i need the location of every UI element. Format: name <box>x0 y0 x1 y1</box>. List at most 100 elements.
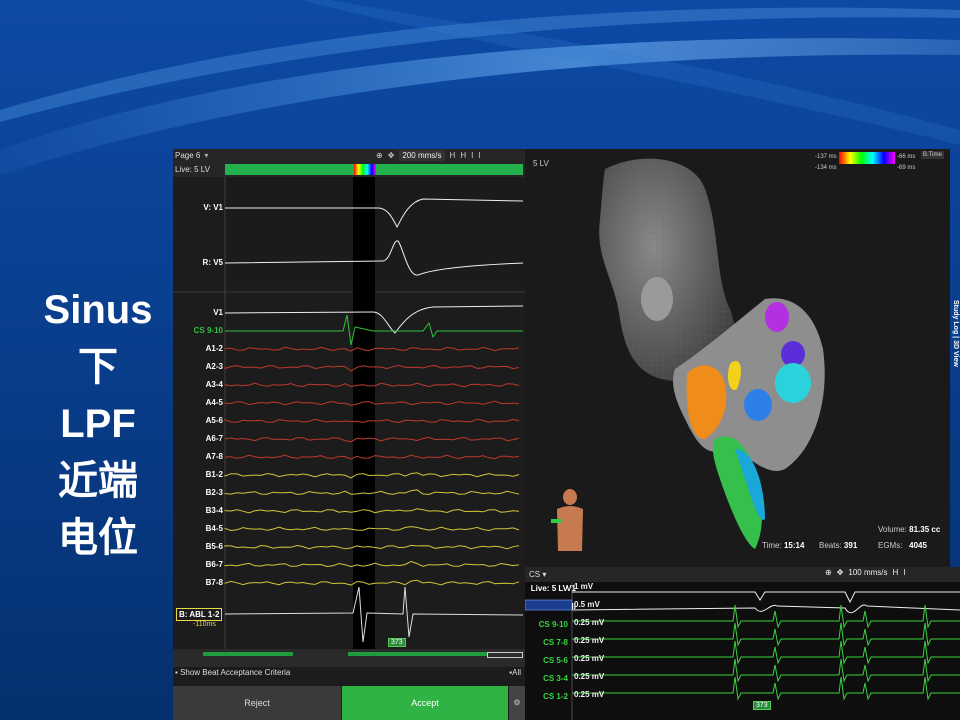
volume-value: 81.35 cc <box>909 525 941 534</box>
zoom-icon[interactable]: ⊕ <box>376 151 383 160</box>
volume-stat: Volume: 81.35 cc <box>878 525 940 534</box>
egm-traces <box>173 177 525 649</box>
cs-toolbar: CS ▾ ⊕ ✥ 100 mms/s H I <box>525 567 960 582</box>
ruler-segment <box>348 652 488 656</box>
cs-channel-label[interactable]: CS 5-6 <box>525 656 568 665</box>
egms-label: EGMs: <box>878 541 903 550</box>
hscale-icon[interactable]: H <box>893 568 899 577</box>
study-log-tab[interactable]: Study Log | 3D View <box>948 300 960 420</box>
vscale-icon[interactable]: I <box>903 568 905 577</box>
chevron-down-icon: ▾ <box>204 151 209 160</box>
channel-label[interactable]: A4-5 <box>173 398 223 407</box>
ruler-segment <box>203 652 293 656</box>
zoom-icon[interactable]: ⊕ <box>825 568 832 577</box>
time-value: 15:14 <box>783 541 805 550</box>
cs-trace <box>572 640 960 665</box>
marker-value: 373 <box>388 638 406 647</box>
beats-stat: Beats: 391 <box>819 541 857 550</box>
show-beat-label: Show Beat Acceptance Criteria <box>180 668 291 677</box>
cs-speed-select[interactable]: 100 mms/s <box>848 568 887 577</box>
channel-label[interactable]: CS 9-10 <box>173 326 223 335</box>
map-3d-view[interactable]: 5 LV -137 ms -134 ms -66 ms -69 ms B.Tim… <box>525 149 950 567</box>
cs-page-select[interactable]: CS ▾ <box>529 570 546 579</box>
live-label: Live: 5 LV <box>175 165 210 174</box>
side-text-line: 电位 <box>58 516 138 560</box>
channel-label[interactable]: R: V5 <box>173 258 223 267</box>
time-stat: Time: 15:14 <box>762 541 804 550</box>
side-text-line: 下 <box>78 345 118 389</box>
study-log-label: Study Log | 3D View <box>952 300 959 367</box>
channel-label[interactable]: B6-7 <box>173 560 223 569</box>
abl-channel-label[interactable]: B: ABL 1-2 <box>176 608 223 621</box>
speed-select[interactable]: 200 mms/s <box>399 150 445 161</box>
cursor-icon[interactable]: ✥ <box>837 568 844 577</box>
time-label: Time: <box>762 541 782 550</box>
channel-label[interactable]: B4-5 <box>173 524 223 533</box>
channel-label[interactable]: A3-4 <box>173 380 223 389</box>
cs-channel-label[interactable]: CS 3-4 <box>525 674 568 683</box>
cs-scale-label: 0.5 mV <box>574 600 600 609</box>
egm-tools: ⊕ ✥ 200 mms/s H H I I <box>376 150 481 161</box>
cs-tools: ⊕ ✥ 100 mms/s H I <box>825 568 906 577</box>
side-text-line: 近端 <box>58 459 138 503</box>
cs-lead-label[interactable]: II <box>533 602 576 611</box>
cs-panel: CS ▾ ⊕ ✥ 100 mms/s H I 373 Live: 5 LV V1 1… <box>525 567 960 720</box>
slide-side-text: Sinus 下 LPF 近端 电位 <box>18 282 178 567</box>
abl-ms-value: -110ms <box>193 621 216 628</box>
channel-label[interactable]: A1-2 <box>173 344 223 353</box>
cs-name: CS <box>529 570 541 579</box>
timeline-ruler[interactable] <box>173 649 525 667</box>
settings-icon[interactable]: ⚙ <box>509 686 525 720</box>
cs-scale-label: 1 mV <box>574 582 594 591</box>
orientation-figure <box>551 489 583 551</box>
ruler-window[interactable] <box>487 652 523 658</box>
channel-label[interactable]: B3-4 <box>173 506 223 515</box>
vscale-icon[interactable]: I <box>471 151 473 160</box>
channel-label[interactable]: A7-8 <box>173 452 223 461</box>
heart-geometry[interactable] <box>525 149 950 567</box>
hscale-icon[interactable]: H <box>450 151 456 160</box>
volume-label: Volume: <box>878 525 907 534</box>
channel-label[interactable]: V: V1 <box>173 203 223 212</box>
cs-channel-label[interactable]: CS 7-8 <box>525 638 568 647</box>
hscale2-icon[interactable]: H <box>460 151 466 160</box>
show-beat-checkbox[interactable]: ▪ Show Beat Acceptance Criteria <box>175 668 290 677</box>
cs-channel-label[interactable]: CS 9-10 <box>525 620 568 629</box>
cs-scale-label: 0.25 mV <box>574 618 605 627</box>
cs-trace <box>572 622 960 647</box>
cs-scale-label: 0.25 mV <box>574 654 605 663</box>
time-window-bar[interactable] <box>225 164 523 175</box>
cs-marker-value: 373 <box>753 701 771 710</box>
channel-label[interactable]: B5-6 <box>173 542 223 551</box>
channel-label[interactable]: B7-8 <box>173 578 223 587</box>
reject-button[interactable]: Reject <box>173 686 341 720</box>
page-select[interactable]: Page 6 ▾ <box>175 151 208 160</box>
side-text-line: Sinus <box>43 288 153 332</box>
cs-scale-label: 0.25 mV <box>574 672 605 681</box>
all-label: All <box>512 668 521 677</box>
page-label: Page 6 <box>175 151 201 160</box>
vscale2-icon[interactable]: I <box>478 151 480 160</box>
cs-trace <box>572 604 960 629</box>
cs-trace <box>572 676 960 701</box>
channel-label[interactable]: A2-3 <box>173 362 223 371</box>
window-marker[interactable] <box>354 164 376 175</box>
channel-label[interactable]: B1-2 <box>173 470 223 479</box>
channel-label[interactable]: B2-3 <box>173 488 223 497</box>
cs-channel-label[interactable]: CS 1-2 <box>525 692 568 701</box>
cs-lead-label[interactable]: V1 <box>533 584 576 593</box>
channel-label[interactable]: V1 <box>173 308 223 317</box>
egm-toolbar: Page 6 ▾ Live: 5 LV ⊕ ✥ 200 mms/s H H I I <box>173 149 525 177</box>
cs-scale-label: 0.25 mV <box>574 690 605 699</box>
all-checkbox[interactable]: ▪All <box>509 668 521 677</box>
egms-stat: EGMs: 4045 <box>878 541 927 550</box>
egms-value: 4045 <box>909 541 927 550</box>
channel-label[interactable]: A5-6 <box>173 416 223 425</box>
beats-label: Beats: <box>819 541 842 550</box>
accept-button[interactable]: Accept <box>342 686 508 720</box>
beats-value: 391 <box>843 541 858 550</box>
side-text-line: LPF <box>60 402 136 446</box>
cs-scale-label: 0.25 mV <box>574 636 605 645</box>
cursor-icon[interactable]: ✥ <box>388 151 395 160</box>
channel-label[interactable]: A6-7 <box>173 434 223 443</box>
